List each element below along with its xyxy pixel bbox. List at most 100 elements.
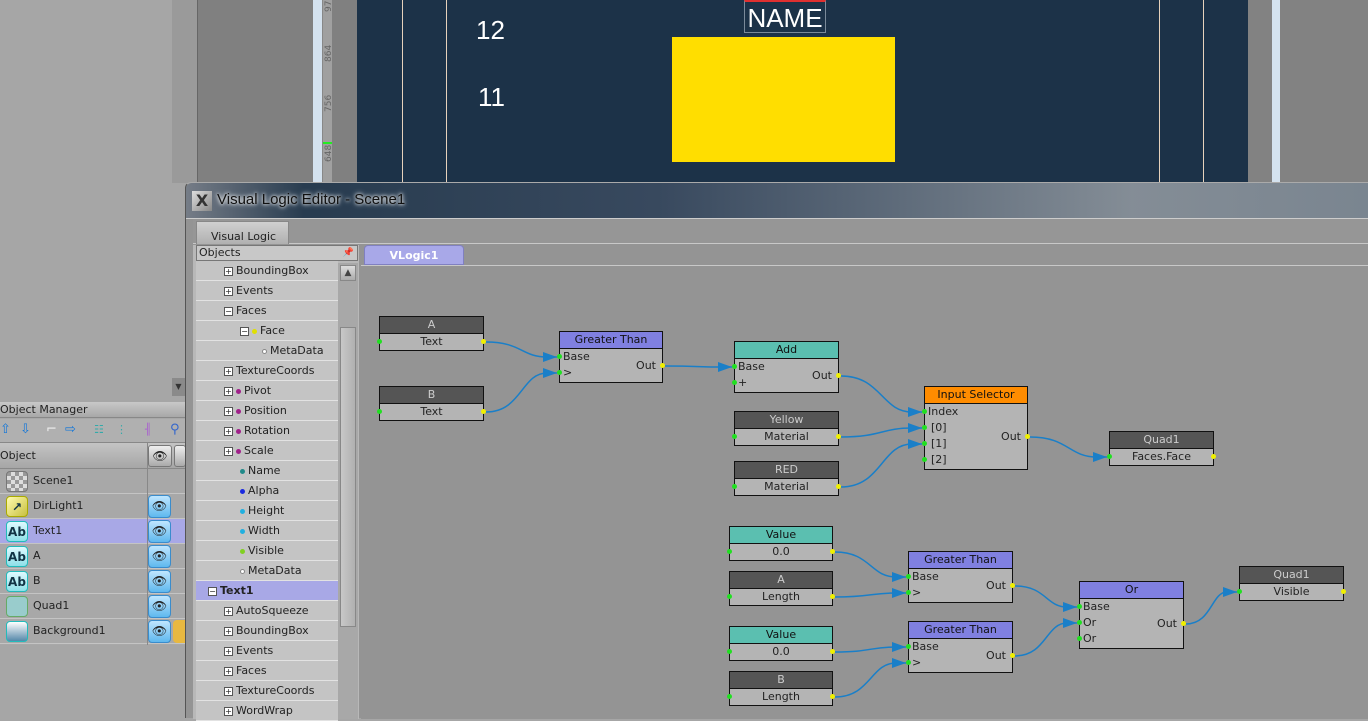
logic-node-gt3[interactable]: Greater Than Base > Out (906, 621, 1015, 673)
link-icon[interactable]: ⌐ (46, 423, 57, 437)
wire-connection[interactable] (485, 372, 557, 413)
tree-item[interactable]: Name (196, 461, 338, 481)
expand-icon[interactable]: + (224, 406, 233, 416)
tree-item[interactable]: + Events (196, 281, 338, 301)
wire-connection[interactable] (1185, 591, 1237, 625)
input-port-icon[interactable] (727, 694, 732, 699)
wire-connection[interactable] (840, 375, 922, 413)
tree-item[interactable]: + TextureCoords (196, 361, 338, 381)
expand-icon[interactable]: + (224, 446, 233, 456)
tree-item[interactable]: + TextureCoords (196, 681, 338, 701)
collapse-arrow-icon[interactable]: ▼ (172, 378, 185, 396)
arrow-up-icon[interactable]: ⇧ (0, 423, 11, 437)
tree-item[interactable]: Alpha (196, 481, 338, 501)
logic-node-val1[interactable]: Value 0.0 (727, 526, 835, 561)
input-port-icon[interactable] (557, 370, 562, 375)
input-port-icon[interactable] (727, 594, 732, 599)
input-port-icon[interactable] (906, 590, 911, 595)
visibility-eye-icon[interactable]: 👁 (148, 620, 171, 643)
input-port-icon[interactable] (906, 660, 911, 665)
output-port-icon[interactable] (836, 484, 841, 489)
tree-item[interactable]: MetaData (196, 341, 338, 361)
input-port-icon[interactable] (906, 644, 911, 649)
window-titlebar[interactable]: X Visual Logic Editor - Scene1 (186, 183, 1368, 219)
expand-icon[interactable]: + (224, 706, 233, 716)
input-port-icon[interactable] (1077, 604, 1082, 609)
output-port-icon[interactable] (830, 594, 835, 599)
input-port-icon[interactable] (727, 649, 732, 654)
output-port-icon[interactable] (1010, 583, 1015, 588)
tree-item[interactable]: − Face (196, 321, 338, 341)
output-port-icon[interactable] (1025, 434, 1030, 439)
tree-item[interactable]: + BoundingBox (196, 621, 338, 641)
logic-node-b-len[interactable]: B Length (727, 671, 835, 706)
input-port-icon[interactable] (377, 409, 382, 414)
tree-item[interactable]: + Scale (196, 441, 338, 461)
input-port-icon[interactable] (922, 425, 927, 430)
output-port-icon[interactable] (481, 339, 486, 344)
scrollbar-track[interactable] (1272, 0, 1280, 183)
visibility-eye-icon[interactable]: 👁 (148, 570, 171, 593)
logic-canvas[interactable]: VLogic1 A Text B Text Greater Than Base > Out Ad… (361, 245, 1368, 719)
tab-visual-logic[interactable]: Visual Logic (196, 221, 289, 244)
object-row[interactable]: Quad1 👁 (0, 594, 186, 619)
expand-icon[interactable]: + (224, 606, 233, 616)
tree-item[interactable]: Height (196, 501, 338, 521)
tree-item[interactable]: + WordWrap (196, 701, 338, 721)
input-port-icon[interactable] (1237, 589, 1242, 594)
input-port-icon[interactable] (732, 434, 737, 439)
wire-connection[interactable] (1014, 622, 1077, 657)
object-row[interactable]: Scene1 (0, 469, 186, 494)
logic-node-b-text[interactable]: B Text (377, 386, 486, 421)
expand-icon[interactable]: + (224, 286, 233, 296)
objects-scrollbar[interactable]: ▲ (338, 263, 358, 719)
tree-collapse-icon[interactable]: ⋮ (116, 423, 127, 437)
tree-item[interactable]: Width (196, 521, 338, 541)
input-port-icon[interactable] (1077, 636, 1082, 641)
stage-text-number[interactable]: 11 (478, 82, 505, 113)
tree-item[interactable]: + Pivot (196, 381, 338, 401)
tree-item[interactable]: + Faces (196, 661, 338, 681)
object-row[interactable]: Ab A 👁 (0, 544, 186, 569)
pin-icon[interactable]: 📌 (343, 246, 354, 260)
arrow-right-icon[interactable]: ⇨ (65, 423, 76, 437)
expand-icon[interactable]: + (224, 666, 233, 676)
input-port-icon[interactable] (557, 354, 562, 359)
expand-icon[interactable]: + (224, 646, 233, 656)
scrollbar-thumb[interactable] (340, 327, 356, 627)
collapse-icon[interactable]: − (240, 326, 249, 336)
output-port-icon[interactable] (481, 409, 486, 414)
tree-item[interactable]: − Faces (196, 301, 338, 321)
expand-icon[interactable]: + (224, 626, 233, 636)
input-port-icon[interactable] (377, 339, 382, 344)
expand-icon[interactable]: + (224, 686, 233, 696)
input-port-icon[interactable] (922, 457, 927, 462)
input-port-icon[interactable] (906, 574, 911, 579)
logic-node-quad-vis[interactable]: Quad1 Visible (1237, 566, 1346, 601)
visibility-eye-icon[interactable]: 👁 (148, 495, 171, 518)
object-row[interactable]: Ab B 👁 (0, 569, 186, 594)
output-port-icon[interactable] (830, 549, 835, 554)
logic-node-a-len[interactable]: A Length (727, 571, 835, 606)
object-row[interactable]: Background1 👁 (0, 619, 186, 644)
expand-icon[interactable]: + (224, 366, 233, 376)
input-port-icon[interactable] (922, 409, 927, 414)
tree-item[interactable]: Visible (196, 541, 338, 561)
input-port-icon[interactable] (1077, 620, 1082, 625)
object-row[interactable]: Ab Text1 👁 (0, 519, 186, 544)
logic-node-yellow[interactable]: Yellow Material (732, 411, 841, 446)
output-port-icon[interactable] (836, 373, 841, 378)
visibility-eye-icon[interactable]: 👁 (148, 595, 171, 618)
quad-object[interactable] (672, 37, 895, 162)
tree-item[interactable]: + BoundingBox (196, 261, 338, 281)
visibility-column-eye-icon[interactable]: 👁 (148, 445, 172, 467)
output-port-icon[interactable] (1341, 589, 1346, 594)
logic-node-sel[interactable]: Input Selector Index [0] [1] [2] Out (922, 386, 1030, 470)
logic-node-red[interactable]: RED Material (732, 461, 841, 496)
tree-item[interactable]: + Position (196, 401, 338, 421)
tree-item[interactable]: + Events (196, 641, 338, 661)
object-row[interactable]: ↗ DirLight1 👁 (0, 494, 186, 519)
tree-item[interactable]: + AutoSqueeze (196, 601, 338, 621)
expand-icon[interactable]: + (224, 386, 233, 396)
wire-connection[interactable] (840, 443, 922, 488)
